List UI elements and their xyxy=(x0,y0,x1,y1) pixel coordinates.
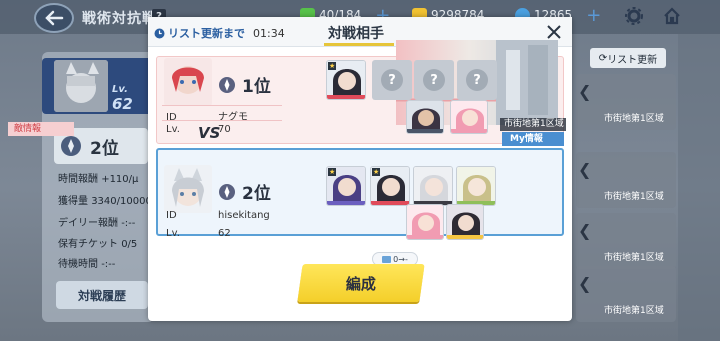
arrow-icon: ❮ xyxy=(578,82,592,101)
stat-row: 時間報酬 +110/μ xyxy=(58,174,139,185)
my-unit[interactable] xyxy=(413,166,453,206)
my-info-tag: My情報 xyxy=(502,132,564,146)
add-gem-button[interactable]: + xyxy=(586,5,601,26)
player-rank-text: 2位 xyxy=(90,138,119,159)
my-unit[interactable]: ★ xyxy=(370,166,410,206)
ticket-icon xyxy=(382,255,392,263)
list-refresh-button[interactable]: ⟳ リスト更新 xyxy=(590,48,666,68)
my-avatar xyxy=(164,165,212,213)
enemy-empty-slot: ? xyxy=(457,60,497,100)
my-rank: 2位 xyxy=(218,179,271,204)
rank-emblem-icon xyxy=(219,183,235,200)
stat-row: 獲得量 3340/10000 xyxy=(58,196,152,207)
arrow-left-icon xyxy=(45,10,64,26)
player-level: Lv. 62 xyxy=(112,84,133,113)
arrow-icon: ❮ xyxy=(578,274,592,293)
opponent-card-bg[interactable]: ❮ 市街地第1区域 xyxy=(576,266,676,322)
vs-label: VS xyxy=(198,124,221,142)
star-badge: ★ xyxy=(328,168,337,176)
stat-row: 待機時間 -:-- xyxy=(58,259,116,270)
close-button[interactable] xyxy=(544,22,564,42)
opponent-card-bg[interactable]: ❮ 市街地第1区域 xyxy=(576,74,676,130)
stat-row: 保有チケット 0/5 xyxy=(58,239,138,250)
home-icon xyxy=(664,7,680,25)
enemy-unit[interactable]: ★ xyxy=(326,60,366,100)
home-button[interactable] xyxy=(660,4,684,28)
stat-row: デイリー報酬 -:-- xyxy=(58,218,136,229)
enemy-empty-slot: ? xyxy=(414,60,454,100)
settings-button[interactable] xyxy=(622,4,646,28)
gear-icon xyxy=(625,7,643,25)
rank-emblem-icon xyxy=(61,136,81,156)
my-support-unit[interactable] xyxy=(446,204,484,240)
formation-button[interactable]: 編成 xyxy=(297,264,425,302)
enemy-support-unit[interactable] xyxy=(450,100,488,134)
opponent-card-bg[interactable]: ❮ 市街地第1区域 xyxy=(576,152,676,208)
back-button[interactable] xyxy=(34,3,74,33)
rank-emblem-icon xyxy=(219,76,235,93)
divider xyxy=(162,105,282,106)
enemy-empty-slot: ? xyxy=(372,60,412,100)
enemy-map-name: 市街地第1区域 xyxy=(500,118,566,131)
clock-icon xyxy=(154,28,165,38)
screen-title: 戦術対抗戦 xyxy=(82,11,157,27)
arrow-icon: ❮ xyxy=(578,221,592,240)
close-icon xyxy=(547,25,561,39)
enemy-avatar xyxy=(164,58,212,106)
title-underline xyxy=(324,43,394,46)
refresh-timer: リスト更新まで 01:34 xyxy=(154,25,285,41)
opponent-card-bg[interactable]: ❮ 市街地第1区域 xyxy=(576,213,676,269)
my-id-row: ID hisekitang xyxy=(166,210,270,221)
my-unit[interactable]: ★ xyxy=(326,166,366,206)
enemy-info-tag: 敵情報 xyxy=(8,122,74,136)
my-support-unit[interactable] xyxy=(406,204,444,240)
enemy-support-unit[interactable] xyxy=(406,100,444,134)
my-unit[interactable] xyxy=(456,166,496,206)
arrow-icon: ❮ xyxy=(578,160,592,179)
player-avatar-small xyxy=(54,60,108,112)
battle-history-button[interactable]: 対戦履歴 xyxy=(56,281,148,309)
opponent-list-edge xyxy=(678,34,720,341)
divider xyxy=(162,120,282,121)
dialog-title: 対戦相手 xyxy=(328,26,384,42)
my-lv-row: Lv. 62 xyxy=(166,228,231,239)
enemy-rank: 1位 xyxy=(218,72,271,97)
star-badge: ★ xyxy=(328,62,337,70)
star-badge: ★ xyxy=(372,168,381,176)
